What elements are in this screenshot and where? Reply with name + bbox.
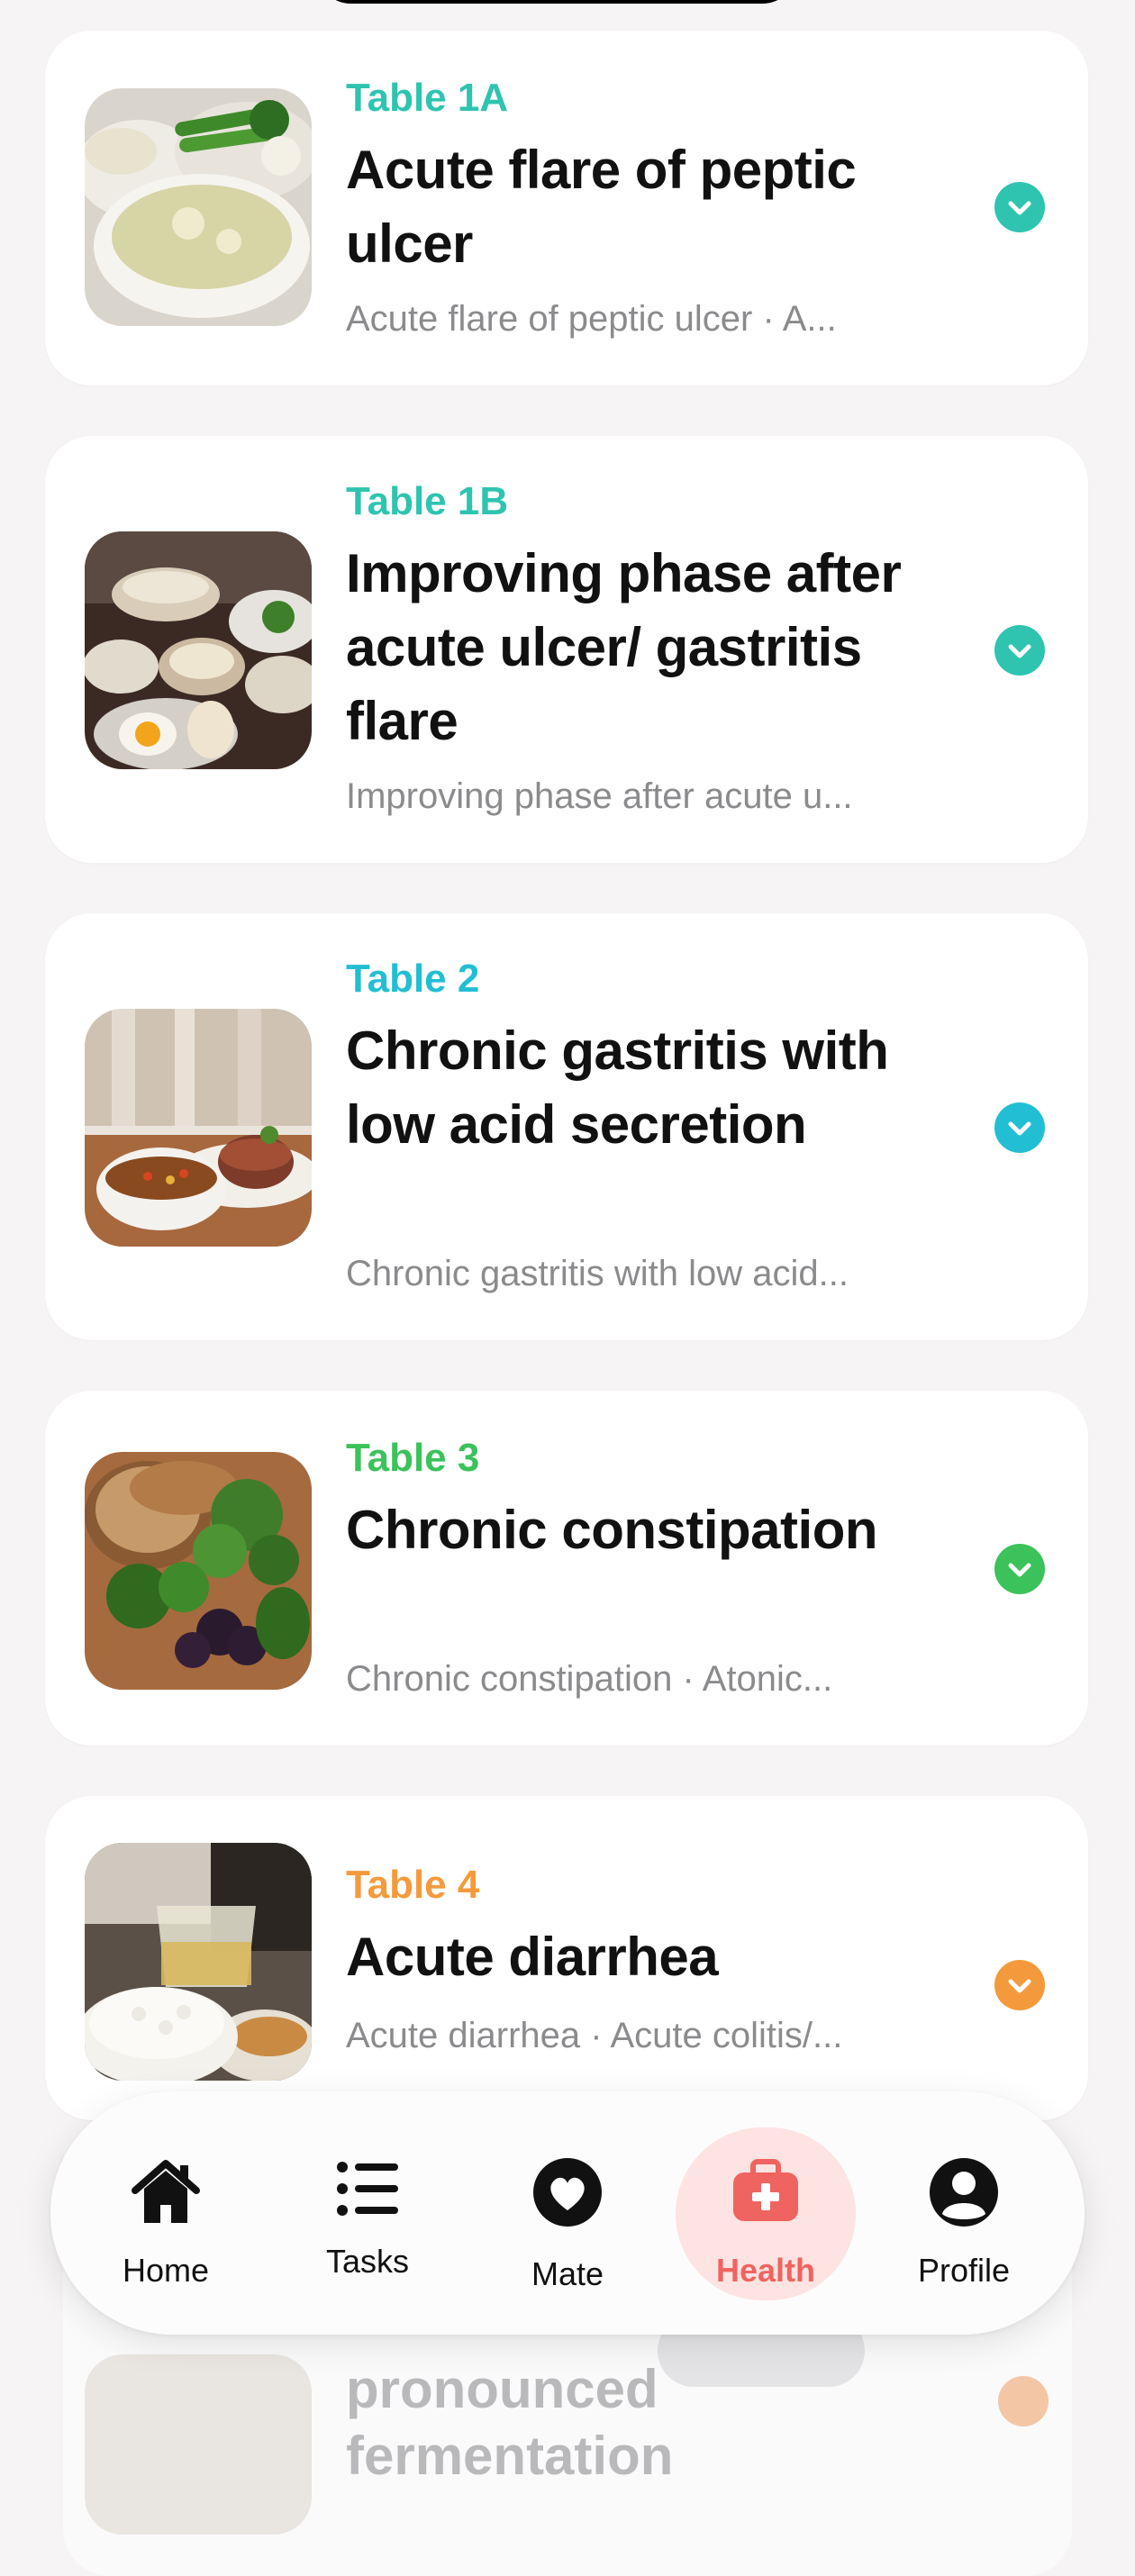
food-photo: [85, 531, 312, 769]
tab-label: Profile: [917, 2252, 1011, 2289]
diet-table-tag: Table 2: [346, 957, 480, 1001]
diet-table-title: Chronic gastritis with low acid secretio…: [346, 1020, 889, 1155]
diet-table-title-partial: pronounced: [346, 2359, 658, 2419]
diet-table-tag: Table 1A: [346, 76, 509, 120]
expand-chevron-icon[interactable]: [994, 1544, 1045, 1594]
diet-table-card-3[interactable]: Table 3 Chronic constipation Chronic con…: [45, 1391, 1088, 1746]
person-icon: [926, 2154, 1002, 2230]
food-photo: [85, 1009, 312, 1247]
diet-table-subtitle: Improving phase after acute u...: [346, 776, 853, 816]
diet-table-card-1b[interactable]: Table 1B Improving phase after acute ulc…: [45, 436, 1088, 863]
tab-label: Home: [122, 2252, 210, 2289]
diet-table-title: Improving phase after acute ulcer/ gastr…: [346, 543, 902, 751]
diet-table-title-partial: fermentation: [346, 2426, 674, 2486]
heart-icon: [530, 2154, 605, 2230]
tab-home[interactable]: Home: [76, 2091, 256, 2335]
diet-table-title: Acute flare of peptic ulcer: [346, 140, 857, 274]
tab-label: Health: [715, 2252, 816, 2289]
medical-kit-icon: [728, 2154, 804, 2230]
food-photo: [85, 2354, 312, 2535]
bottom-tab-bar: Home Tasks Mate Health Profile: [50, 2091, 1085, 2335]
diet-table-subtitle: Chronic constipation · Atonic...: [346, 1659, 833, 1699]
food-photo: [85, 88, 312, 326]
food-photo: [85, 1452, 312, 1690]
diet-table-card-2[interactable]: Table 2 Chronic gastritis with low acid …: [45, 913, 1088, 1340]
tab-mate[interactable]: Mate: [477, 2091, 658, 2335]
tab-label: Mate: [531, 2255, 604, 2292]
diet-table-subtitle: Chronic gastritis with low acid...: [346, 1254, 849, 1293]
expand-chevron-icon: [998, 2376, 1049, 2426]
diet-table-title: Chronic constipation: [346, 1500, 878, 1560]
tab-tasks[interactable]: Tasks: [277, 2091, 458, 2335]
tab-profile[interactable]: Profile: [874, 2091, 1054, 2335]
diet-table-card-4[interactable]: Table 4 Acute diarrhea Acute diarrhea · …: [45, 1796, 1088, 2120]
tab-label: Tasks: [325, 2243, 410, 2280]
list-icon: [330, 2151, 405, 2227]
diet-table-card-1a[interactable]: Table 1A Acute flare of peptic ulcer Acu…: [45, 31, 1088, 385]
diet-table-subtitle: Acute diarrhea · Acute colitis/...: [346, 2016, 843, 2055]
food-photo: [85, 1843, 312, 2081]
diet-table-title: Acute diarrhea: [346, 1927, 719, 1987]
diet-table-subtitle: Acute flare of peptic ulcer · A...: [346, 299, 837, 339]
expand-chevron-icon[interactable]: [994, 625, 1045, 676]
tab-health[interactable]: Health: [676, 2091, 856, 2335]
device-notch: [315, 0, 798, 4]
diet-table-tag: Table 3: [346, 1436, 480, 1480]
expand-chevron-icon[interactable]: [994, 182, 1045, 232]
expand-chevron-icon[interactable]: [994, 1960, 1045, 2010]
diet-table-tag: Table 4: [346, 1863, 480, 1907]
expand-chevron-icon[interactable]: [994, 1102, 1045, 1153]
diet-table-tag: Table 1B: [346, 479, 509, 523]
home-icon: [128, 2154, 204, 2230]
